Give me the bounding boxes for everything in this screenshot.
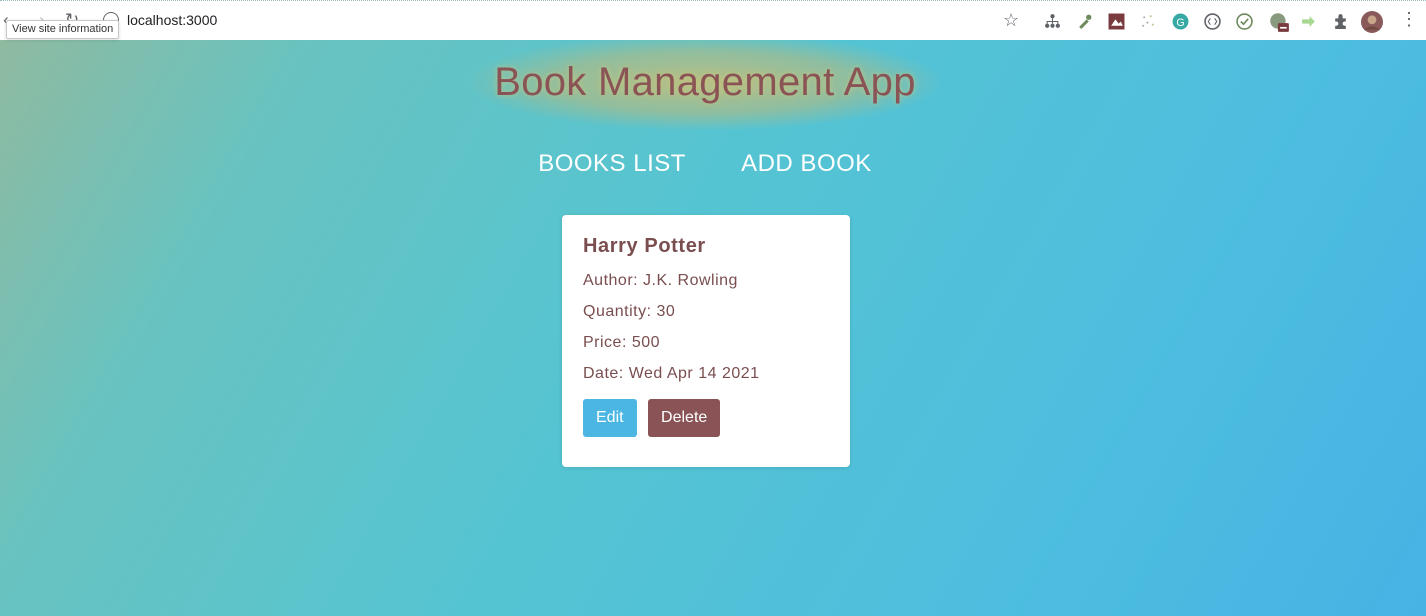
nav-add-book[interactable]: ADD BOOK [741, 150, 872, 178]
code-extension-icon[interactable] [1204, 13, 1221, 30]
grammarly-extension-icon[interactable]: G [1172, 13, 1189, 30]
card-actions: Edit Delete [583, 399, 829, 437]
address-bar-url[interactable]: localhost:3000 [127, 12, 217, 28]
delete-button[interactable]: Delete [648, 399, 721, 437]
book-price: Price: 500 [583, 334, 661, 351]
book-author: Author: J.K. Rowling [583, 272, 738, 289]
book-quantity: Quantity: 30 [583, 303, 676, 320]
nav-books-list[interactable]: BOOKS LIST [538, 150, 686, 178]
forward-arrow-extension-icon[interactable] [1300, 13, 1317, 30]
site-info-tooltip: View site information [6, 20, 120, 39]
browser-toolbar: ‹ › ↻ localhost:3000 View site informati… [0, 0, 1426, 40]
app-title: Book Management App [494, 60, 916, 104]
sitemap-extension-icon[interactable] [1044, 13, 1061, 30]
main-nav: BOOKS LIST ADD BOOK [0, 150, 1410, 178]
globe-extension-icon[interactable] [1268, 11, 1290, 33]
svg-text:G: G [1176, 17, 1184, 29]
dropper-extension-icon[interactable] [1076, 13, 1093, 30]
check-extension-icon[interactable] [1236, 13, 1253, 30]
menu-icon[interactable]: ⋮ [1400, 9, 1418, 29]
page-background: Book Management App BOOKS LIST ADD BOOK … [0, 40, 1426, 616]
book-title: Harry Potter [583, 235, 706, 257]
star-icon[interactable]: ☆ [1003, 10, 1019, 30]
edit-button[interactable]: Edit [583, 399, 637, 437]
book-date: Date: Wed Apr 14 2021 [583, 365, 760, 382]
sparkle-extension-icon[interactable] [1140, 13, 1157, 30]
image-extension-icon[interactable] [1108, 13, 1125, 30]
profile-avatar[interactable] [1361, 11, 1383, 33]
book-card: Harry Potter Author: J.K. Rowling Quanti… [562, 215, 850, 467]
extensions-icon[interactable] [1332, 13, 1349, 30]
